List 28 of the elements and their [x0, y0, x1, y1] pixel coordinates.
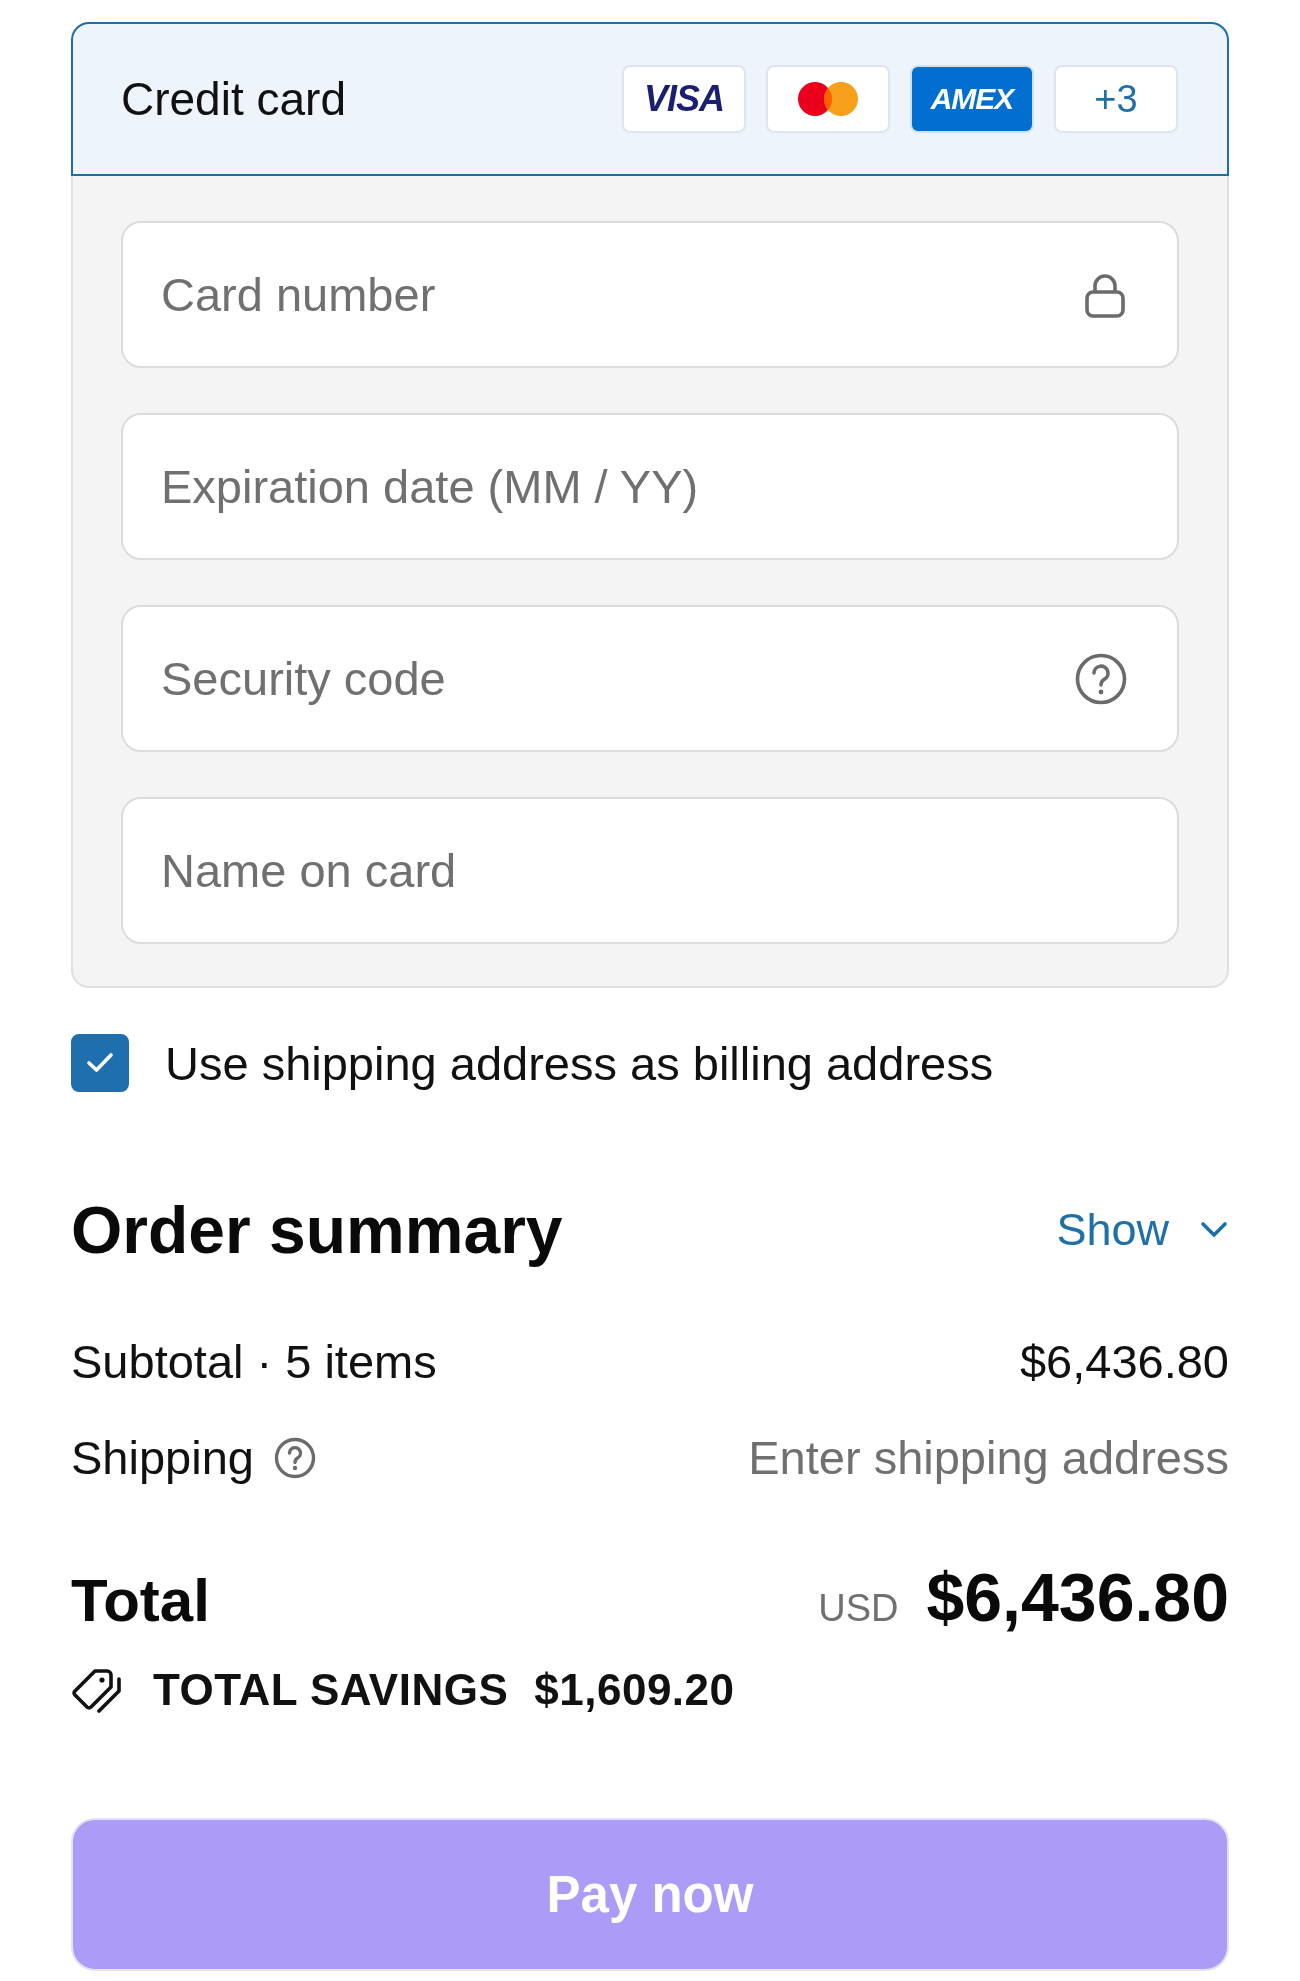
savings-amount: $1,609.20 — [534, 1665, 735, 1715]
help-icon[interactable] — [273, 1437, 316, 1479]
total-label: Total — [71, 1566, 210, 1635]
help-icon[interactable] — [1075, 652, 1127, 705]
chevron-icon — [1199, 1221, 1229, 1239]
text-field[interactable]: Security code — [121, 605, 1179, 752]
payment-method-title: Credit card — [121, 72, 346, 126]
summary-value: Enter shipping address — [748, 1430, 1229, 1486]
total-amount: $6,436.80 — [926, 1558, 1229, 1636]
order-summary-title: Order summary — [71, 1192, 563, 1268]
lock-icon — [1083, 271, 1127, 318]
payment-method-header[interactable]: Credit card VISA AMEX +3 — [71, 22, 1229, 176]
text-field[interactable]: Name on card — [121, 797, 1179, 944]
visa-logo: VISA — [622, 65, 746, 133]
checkbox[interactable] — [71, 1034, 129, 1092]
amex-logo: AMEX — [910, 65, 1034, 133]
checkmark-icon — [86, 1052, 114, 1074]
savings-label: TOTAL SAVINGS — [153, 1665, 509, 1715]
summary-label: Shipping — [71, 1430, 254, 1486]
text-field[interactable]: Expiration date (MM / YY) — [121, 413, 1179, 560]
show-toggle[interactable]: Show — [1056, 1204, 1229, 1256]
currency-code: USD — [818, 1587, 899, 1630]
overlapping-circles-logo-icon — [766, 65, 890, 133]
summary-value: $6,436.80 — [1019, 1334, 1229, 1390]
summary-label: Subtotal · 5 items — [71, 1334, 437, 1390]
more-brands-badge: +3 — [1054, 65, 1178, 133]
checkbox-label[interactable]: Use shipping address as billing address — [165, 1035, 994, 1091]
text-field[interactable]: Card number — [121, 221, 1179, 368]
